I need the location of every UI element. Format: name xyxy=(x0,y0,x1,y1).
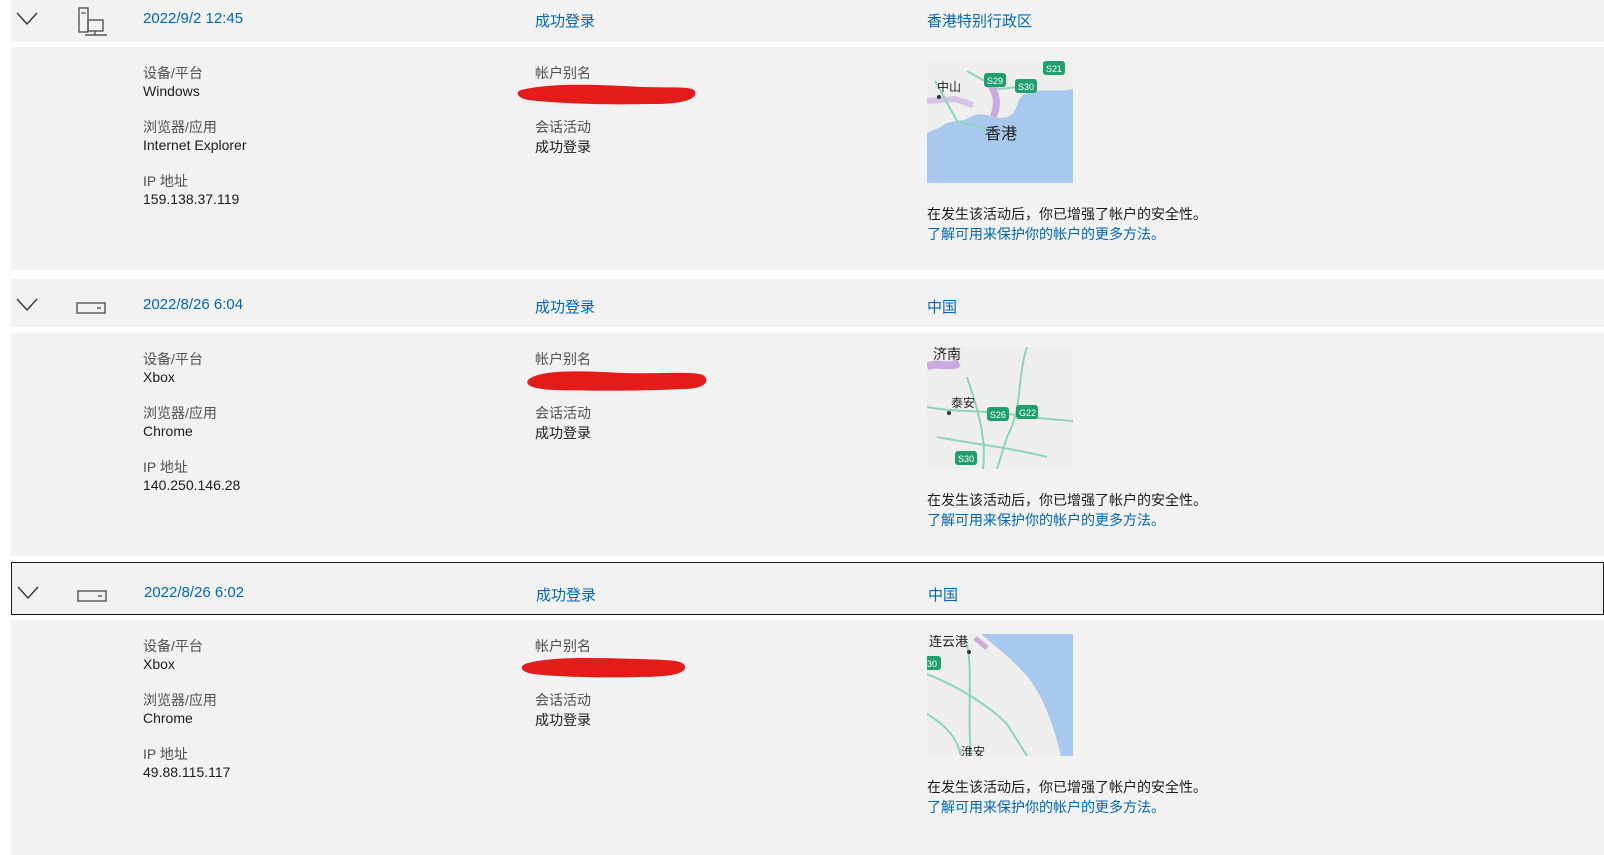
chevron-down-icon[interactable] xyxy=(16,12,38,26)
security-note: 在发生该活动后，你已增强了帐户的安全性。 xyxy=(927,206,1207,222)
security-note: 在发生该活动后，你已增强了帐户的安全性。 xyxy=(927,779,1207,795)
ip-label: IP 地址 xyxy=(143,746,188,762)
activity-details: 设备/平台 Xbox 浏览器/应用 Chrome IP 地址 49.88.115… xyxy=(11,620,1604,855)
activity-datetime[interactable]: 2022/8/26 6:02 xyxy=(144,584,244,601)
device-label: 设备/平台 xyxy=(143,65,203,81)
activity-location[interactable]: 中国 xyxy=(927,296,957,317)
browser-label: 浏览器/应用 xyxy=(143,119,217,135)
activity-header[interactable]: 2022/8/26 6:02 成功登录 中国 xyxy=(11,562,1604,615)
map-label: 香港 xyxy=(985,125,1017,143)
map-shield: S26 xyxy=(990,410,1006,420)
activity-header[interactable]: 2022/9/2 12:45 成功登录 香港特别行政区 xyxy=(11,0,1604,42)
device-value: Xbox xyxy=(143,656,175,672)
location-map: 连云港 淮安 30 xyxy=(927,634,1073,756)
activity-location[interactable]: 中国 xyxy=(928,584,958,605)
activity-details: 设备/平台 Xbox 浏览器/应用 Chrome IP 地址 140.250.1… xyxy=(11,333,1604,556)
map-label: 济南 xyxy=(933,347,961,362)
chevron-down-icon[interactable] xyxy=(16,298,38,312)
session-label: 会话活动 xyxy=(535,119,591,135)
redaction-mark xyxy=(521,658,686,678)
activity-entry: 2022/9/2 12:45 成功登录 香港特别行政区 设备/平台 Window… xyxy=(11,0,1604,270)
activity-status[interactable]: 成功登录 xyxy=(536,584,596,605)
browser-value: Chrome xyxy=(143,710,193,726)
activity-status[interactable]: 成功登录 xyxy=(535,10,595,31)
activity-entry: 2022/8/26 6:02 成功登录 中国 设备/平台 Xbox 浏览器/应用… xyxy=(11,562,1604,855)
browser-value: Chrome xyxy=(143,423,193,439)
activity-entry: 2022/8/26 6:04 成功登录 中国 设备/平台 Xbox 浏览器/应用… xyxy=(11,279,1604,556)
device-label: 设备/平台 xyxy=(143,638,203,654)
ip-value: 159.138.37.119 xyxy=(143,191,240,207)
security-note: 在发生该活动后，你已增强了帐户的安全性。 xyxy=(927,492,1207,508)
session-label: 会话活动 xyxy=(535,692,591,708)
session-label: 会话活动 xyxy=(535,405,591,421)
activity-status[interactable]: 成功登录 xyxy=(535,296,595,317)
redaction-mark xyxy=(517,84,696,105)
desktop-computer-icon xyxy=(78,7,107,36)
browser-label: 浏览器/应用 xyxy=(143,692,217,708)
learn-more-link[interactable]: 了解可用来保护你的帐户的更多方法。 xyxy=(927,797,1165,817)
location-map: 济南 泰安 S26 G22 S30 xyxy=(927,347,1073,469)
map-shield: 30 xyxy=(927,659,937,669)
map-label: 中山 xyxy=(937,79,961,94)
ip-value: 140.250.146.28 xyxy=(143,477,241,493)
map-shield: S21 xyxy=(1046,64,1062,74)
map-shield: S30 xyxy=(958,454,974,464)
redaction-mark xyxy=(527,371,707,391)
browser-value: Internet Explorer xyxy=(143,137,247,153)
map-shield: S30 xyxy=(1018,82,1034,92)
map-label: 淮安 xyxy=(961,744,985,756)
activity-header[interactable]: 2022/8/26 6:04 成功登录 中国 xyxy=(11,279,1604,327)
session-value: 成功登录 xyxy=(535,139,591,155)
location-map: 中山 香港 S29 S30 S21 xyxy=(927,61,1073,183)
activity-datetime[interactable]: 2022/8/26 6:04 xyxy=(143,296,243,313)
map-label: 连云港 xyxy=(929,634,968,649)
device-value: Windows xyxy=(143,83,200,99)
game-console-icon xyxy=(76,302,106,314)
map-label: 泰安 xyxy=(951,395,975,410)
ip-label: IP 地址 xyxy=(143,173,188,189)
session-value: 成功登录 xyxy=(535,712,591,728)
activity-details: 设备/平台 Windows 浏览器/应用 Internet Explorer I… xyxy=(11,47,1604,270)
ip-value: 49.88.115.117 xyxy=(143,764,231,780)
ip-label: IP 地址 xyxy=(143,459,188,475)
device-value: Xbox xyxy=(143,369,175,385)
map-shield: G22 xyxy=(1019,408,1036,418)
game-console-icon xyxy=(77,590,107,602)
chevron-down-icon[interactable] xyxy=(17,586,39,600)
learn-more-link[interactable]: 了解可用来保护你的帐户的更多方法。 xyxy=(927,510,1165,530)
device-label: 设备/平台 xyxy=(143,351,203,367)
activity-datetime[interactable]: 2022/9/2 12:45 xyxy=(143,10,243,27)
learn-more-link[interactable]: 了解可用来保护你的帐户的更多方法。 xyxy=(927,224,1165,244)
map-shield: S29 xyxy=(987,76,1003,86)
session-value: 成功登录 xyxy=(535,425,591,441)
browser-label: 浏览器/应用 xyxy=(143,405,217,421)
activity-location[interactable]: 香港特别行政区 xyxy=(927,10,1032,31)
